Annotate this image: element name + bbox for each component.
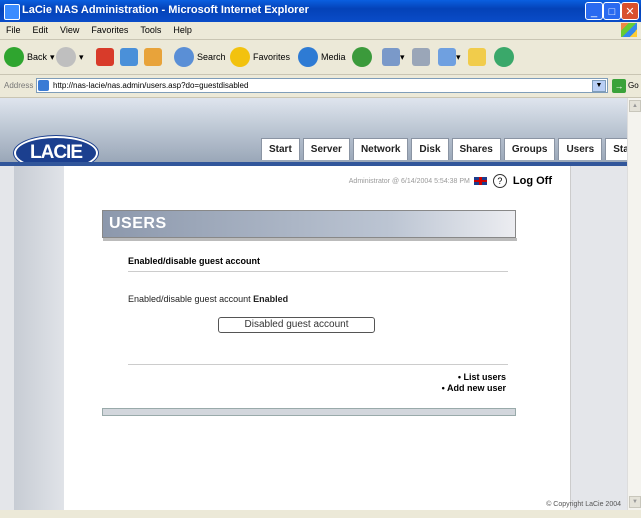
media-button[interactable]: Media <box>298 44 346 70</box>
scroll-down-icon[interactable]: ▼ <box>629 496 641 508</box>
window-title: LaCie NAS Administration - Microsoft Int… <box>22 4 309 16</box>
windows-logo-icon <box>621 23 637 37</box>
favorites-label: Favorites <box>253 52 291 62</box>
close-button[interactable]: ✕ <box>621 2 639 20</box>
copyright-text: © Copyright LaCie 2004 <box>546 501 621 508</box>
home-icon <box>144 48 162 66</box>
admin-timestamp: Administrator @ 6/14/2004 5:54:38 PM <box>348 177 470 185</box>
star-icon <box>230 47 250 67</box>
nas-header: LACIE Start Server Network Disk Shares G… <box>0 98 627 170</box>
print-button[interactable] <box>412 44 430 70</box>
address-bar: Address http://nas-lacie/nas.admin/users… <box>0 75 641 98</box>
menu-help[interactable]: Help <box>167 22 198 39</box>
tab-start[interactable]: Start <box>261 138 300 160</box>
banner-underline <box>103 238 517 241</box>
search-button[interactable]: Search <box>174 44 226 70</box>
address-dropdown[interactable]: ▼ <box>592 80 606 92</box>
guest-status-row: Enabled/disable guest account Enabled <box>128 294 288 304</box>
menu-tools[interactable]: Tools <box>134 22 167 39</box>
go-arrow-icon[interactable]: → <box>612 79 626 93</box>
media-label: Media <box>321 52 346 62</box>
divider <box>128 271 508 272</box>
forward-button[interactable]: ▾ <box>56 44 84 70</box>
print-icon <box>412 48 430 66</box>
browser-toolbar: Back ▾ ▾ Search Favorites Media ▾ ▾ <box>0 40 641 75</box>
menu-favorites[interactable]: Favorites <box>85 22 134 39</box>
nav-tabs: Start Server Network Disk Shares Groups … <box>261 138 627 160</box>
maximize-button[interactable]: □ <box>603 2 621 20</box>
folder-icon <box>468 48 486 66</box>
go-button[interactable]: Go <box>628 81 639 90</box>
messenger-icon <box>494 47 514 67</box>
page-title: USERS <box>109 215 167 232</box>
tab-groups[interactable]: Groups <box>503 138 556 160</box>
mail-button[interactable]: ▾ <box>382 44 405 70</box>
search-icon <box>174 47 194 67</box>
back-button[interactable]: Back ▾ <box>4 44 55 70</box>
address-input[interactable]: http://nas-lacie/nas.admin/users.asp?do=… <box>36 78 608 93</box>
stop-icon <box>96 48 114 66</box>
menu-edit[interactable]: Edit <box>27 22 55 39</box>
disable-guest-button[interactable]: Disabled guest account <box>218 317 375 333</box>
log-off-link[interactable]: Log Off <box>513 175 552 187</box>
page-icon <box>38 80 49 91</box>
menu-view[interactable]: View <box>54 22 85 39</box>
guest-status-label: Enabled/disable guest account <box>128 294 251 304</box>
session-status: Administrator @ 6/14/2004 5:54:38 PM ? L… <box>349 174 552 188</box>
history-icon <box>352 47 372 67</box>
forward-arrow-icon <box>56 47 76 67</box>
browser-statusbar <box>0 510 641 518</box>
page-title-banner: USERS <box>102 210 517 241</box>
uk-flag-icon[interactable] <box>473 177 487 185</box>
tab-shares[interactable]: Shares <box>451 138 501 160</box>
window-titlebar: LaCie NAS Administration - Microsoft Int… <box>0 0 641 22</box>
tab-network[interactable]: Network <box>352 138 409 160</box>
tab-server[interactable]: Server <box>302 138 350 160</box>
menu-bar: File Edit View Favorites Tools Help <box>0 22 641 40</box>
main-content: Administrator @ 6/14/2004 5:54:38 PM ? L… <box>64 166 571 510</box>
messenger-button[interactable] <box>494 44 517 70</box>
refresh-icon <box>120 48 138 66</box>
scroll-up-icon[interactable]: ▲ <box>629 100 641 112</box>
action-links: • List users • Add new user <box>442 372 506 394</box>
back-label: Back <box>27 52 48 62</box>
add-new-user-link[interactable]: • Add new user <box>442 383 506 394</box>
mail-icon <box>382 48 400 66</box>
refresh-button[interactable] <box>120 44 138 70</box>
list-users-link[interactable]: • List users <box>442 372 506 383</box>
ie-icon <box>4 4 20 20</box>
tab-status[interactable]: Status <box>605 138 627 160</box>
media-icon <box>298 47 318 67</box>
edit-icon <box>438 48 456 66</box>
home-button[interactable] <box>144 44 162 70</box>
section-title: Enabled/disable guest account <box>128 256 261 266</box>
content-footer-bar <box>102 408 516 416</box>
stop-button[interactable] <box>96 44 114 70</box>
folder-button[interactable] <box>468 44 486 70</box>
divider <box>128 364 508 365</box>
favorites-button[interactable]: Favorites <box>230 44 290 70</box>
edit-button[interactable]: ▾ <box>438 44 461 70</box>
history-button[interactable] <box>352 44 375 70</box>
tab-disk[interactable]: Disk <box>411 138 449 160</box>
left-decor-strip <box>14 166 64 510</box>
menu-file[interactable]: File <box>0 22 27 39</box>
back-arrow-icon <box>4 47 24 67</box>
help-icon[interactable]: ? <box>492 174 507 188</box>
tab-users[interactable]: Users <box>558 138 603 160</box>
page-viewport: LACIE Start Server Network Disk Shares G… <box>0 98 627 510</box>
search-label: Search <box>197 52 226 62</box>
guest-status-value: Enabled <box>253 294 289 304</box>
vertical-scrollbar[interactable]: ▲ ▼ <box>627 98 641 510</box>
minimize-button[interactable]: _ <box>585 2 603 20</box>
address-label: Address <box>4 81 34 90</box>
